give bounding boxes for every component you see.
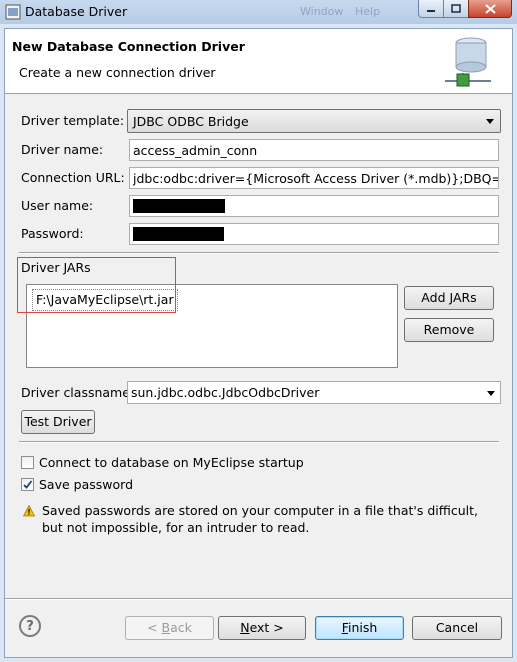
wizard-title: New Database Connection Driver [12, 39, 245, 54]
redacted-user-name [133, 199, 225, 213]
wizard-header: New Database Connection Driver Create a … [5, 29, 512, 94]
app-icon [5, 4, 21, 20]
next-rest: ext > [249, 620, 284, 635]
password-warning: Saved passwords are stored on your compu… [42, 503, 478, 535]
driver-template-value: JDBC ODBC Bridge [133, 114, 249, 129]
back-button[interactable]: < Back [125, 616, 214, 640]
warning-icon [23, 505, 35, 517]
driver-name-label: Driver name: [21, 142, 104, 157]
next-button[interactable]: Next > [218, 616, 306, 640]
finish-rest: inish [347, 620, 378, 635]
driver-classname-value: sun.jdbc.odbc.JdbcOdbcDriver [131, 385, 320, 400]
redacted-password [133, 227, 224, 241]
connection-url-label: Connection URL: [21, 170, 125, 185]
dialog-window: Database Driver Window Help New Database… [0, 0, 517, 662]
driver-name-input[interactable]: access_admin_conn [129, 139, 499, 161]
back-rest: ack [170, 620, 192, 635]
driver-template-label: Driver template: [21, 113, 125, 128]
title-bar[interactable]: Database Driver Window Help [0, 0, 517, 24]
background-menu-help: Help [355, 5, 381, 18]
wizard-subtitle: Create a new connection driver [19, 65, 216, 80]
back-prefix: < [147, 620, 162, 635]
window-title: Database Driver [25, 4, 128, 19]
maximize-icon [451, 4, 461, 13]
finish-button[interactable]: Finish [315, 616, 404, 640]
add-jars-button[interactable]: Add JARs [404, 286, 494, 310]
minimize-icon [427, 9, 435, 12]
highlight-annotation [17, 257, 176, 313]
cancel-button[interactable]: Cancel [412, 616, 502, 640]
connect-on-startup-label[interactable]: Connect to database on MyEclipse startup [39, 455, 304, 470]
user-name-input[interactable] [129, 195, 499, 217]
back-mnemonic: B [161, 620, 171, 635]
save-password-label[interactable]: Save password [39, 477, 133, 492]
separator [19, 441, 499, 443]
user-name-label: User name: [21, 198, 94, 213]
connect-on-startup-checkbox[interactable] [21, 456, 34, 469]
minimize-button[interactable] [418, 0, 444, 18]
remove-button[interactable]: Remove [404, 318, 494, 342]
driver-classname-combo[interactable]: sun.jdbc.odbc.JdbcOdbcDriver [127, 381, 501, 404]
help-icon[interactable]: ? [19, 615, 41, 637]
driver-classname-label: Driver classname: [21, 385, 135, 400]
background-menu-window: Window [300, 5, 344, 18]
driver-template-select[interactable]: JDBC ODBC Bridge [127, 109, 501, 133]
close-button[interactable] [468, 0, 512, 18]
close-icon [484, 3, 496, 14]
checkmark-icon [23, 480, 33, 489]
database-icon [445, 37, 491, 87]
password-label: Password: [21, 226, 84, 241]
dialog-body: New Database Connection Driver Create a … [4, 28, 513, 658]
connection-url-input[interactable]: jdbc:odbc:driver={Microsoft Access Drive… [129, 167, 499, 189]
chevron-down-icon [486, 119, 494, 124]
test-driver-button[interactable]: Test Driver [21, 410, 95, 434]
password-input[interactable] [129, 223, 499, 245]
maximize-button[interactable] [443, 0, 469, 18]
separator [19, 252, 499, 254]
save-password-checkbox[interactable] [21, 478, 34, 491]
separator [5, 598, 512, 600]
next-mnemonic: N [240, 620, 250, 635]
chevron-down-icon [487, 391, 495, 396]
